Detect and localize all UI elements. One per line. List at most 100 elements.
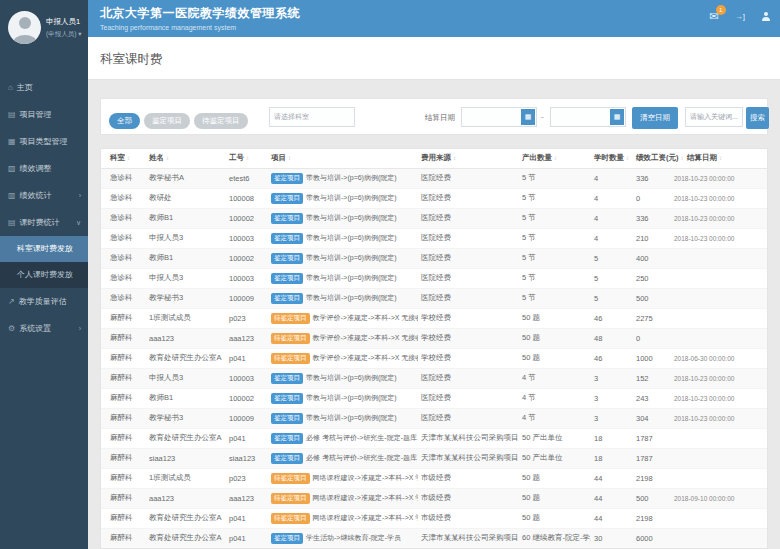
sidebar-item[interactable]: ▦项目类型管理: [0, 128, 88, 155]
dept-cell: 麻醉科: [101, 408, 146, 428]
column-header[interactable]: 绩效工资(元)↕: [633, 149, 673, 168]
source-cell: 天津市某某科技公司采购项目: [418, 528, 519, 548]
id-cell: 100003: [226, 368, 268, 388]
source-cell: 学校经费: [418, 348, 519, 368]
hours-cell: 3: [591, 368, 633, 388]
date-cell: [673, 428, 768, 448]
search-button[interactable]: 搜索: [746, 107, 769, 129]
project-cell: 待鉴定项目教学评价->准规定->本科->X 无接收人: [268, 308, 418, 328]
column-header[interactable]: 科室↕: [101, 149, 146, 168]
clear-date-button[interactable]: 清空日期: [632, 107, 678, 129]
column-header[interactable]: 姓名↕: [146, 149, 226, 168]
pay-cell: 0: [633, 328, 673, 348]
pay-cell: 500: [633, 488, 673, 508]
name-cell: 教学秘书3: [146, 288, 226, 308]
output-cell: 5 节: [519, 168, 591, 188]
gear-icon: ⚙: [8, 324, 15, 333]
filter-pill[interactable]: 待鉴定项目: [194, 113, 248, 129]
output-cell: 50 题: [519, 328, 591, 348]
sidebar-item[interactable]: ▤课时费统计∨: [0, 209, 88, 236]
date-cell: [673, 308, 768, 328]
output-cell: 50 题: [519, 508, 591, 528]
id-cell: 100002: [226, 248, 268, 268]
department-select[interactable]: 请选择科室: [269, 107, 355, 127]
source-cell: 医院经费: [418, 388, 519, 408]
name-cell: 教师B1: [146, 388, 226, 408]
messages-icon[interactable]: ✉1: [710, 11, 719, 22]
project-cell: 鉴定项目带教与培训->(p=6)病例(院定): [268, 368, 418, 388]
dept-cell: 麻醉科: [101, 368, 146, 388]
date-start-input[interactable]: ▦: [461, 107, 537, 127]
id-cell: siaa123: [226, 448, 268, 468]
dept-cell: 急诊科: [101, 268, 146, 288]
id-cell: 100002: [226, 208, 268, 228]
project-cell: 待鉴定项目网络课程建设->准规定->本科->X 学员: [268, 468, 418, 488]
logout-icon[interactable]: →]: [735, 12, 745, 21]
dept-cell: 急诊科: [101, 288, 146, 308]
pay-cell: 336: [633, 208, 673, 228]
project-cell: 待鉴定项目教学评价->准规定->本科->X 无接收人: [268, 348, 418, 368]
sidebar-item[interactable]: ▤项目管理: [0, 101, 88, 128]
user-icon[interactable]: [761, 12, 770, 21]
id-cell: 100002: [226, 388, 268, 408]
filter-panel: 全部鉴定项目待鉴定项目 请选择科室 结算日期 ▦ - ▦ 清空日期 请输入关键词…: [100, 98, 768, 135]
filter-pill[interactable]: 鉴定项目: [144, 113, 190, 129]
filter-pill[interactable]: 全部: [109, 113, 140, 129]
pay-cell: 152: [633, 368, 673, 388]
date-cell: 2018-10-23 00:00:00: [673, 168, 768, 188]
id-cell: aaa123: [226, 328, 268, 348]
pay-cell: 2198: [633, 508, 673, 528]
sort-icon: ↕: [246, 155, 249, 161]
project-icon: ▤: [8, 110, 16, 119]
column-header[interactable]: 结算日期↕: [673, 149, 768, 168]
project-badge: 鉴定项目: [271, 173, 303, 184]
name-cell: siaa123: [146, 448, 226, 468]
name-cell: 教研处: [146, 188, 226, 208]
column-header[interactable]: 费用来源↕: [418, 149, 519, 168]
hours-cell: 4: [591, 188, 633, 208]
id-cell: 100003: [226, 228, 268, 248]
sidebar-item[interactable]: ▧绩效调整: [0, 155, 88, 182]
date-end-input[interactable]: ▦: [550, 107, 626, 127]
pay-cell: 6000: [633, 528, 673, 548]
date-cell: 2018-10-23 00:00:00: [673, 208, 768, 228]
project-badge: 鉴定项目: [271, 433, 303, 444]
project-badge: 鉴定项目: [271, 193, 303, 204]
table-row: 麻醉科申报人员3100003鉴定项目带教与培训->(p=6)病例(院定)医院经费…: [101, 368, 768, 388]
output-cell: 4 节: [519, 368, 591, 388]
hours-cell: 48: [591, 328, 633, 348]
source-cell: 市级经费: [418, 468, 519, 488]
id-cell: 100009: [226, 288, 268, 308]
column-header[interactable]: 学时数量↕: [591, 149, 633, 168]
project-cell: 鉴定项目带教与培训->(p=6)病例(院定): [268, 228, 418, 248]
name-cell: 教学秘书A: [146, 168, 226, 188]
project-badge: 鉴定项目: [271, 213, 303, 224]
output-cell: 50 题: [519, 308, 591, 328]
project-badge: 鉴定项目: [271, 233, 303, 244]
hours-cell: 5: [591, 248, 633, 268]
project-cell: 待鉴定项目教学评价->准规定->本科->X 无接收人: [268, 328, 418, 348]
dept-cell: 急诊科: [101, 228, 146, 248]
source-cell: 学校经费: [418, 308, 519, 328]
sidebar-item[interactable]: ⌂主页: [0, 74, 88, 101]
column-header[interactable]: 产出数量↕: [519, 149, 591, 168]
dept-cell: 麻醉科: [101, 428, 146, 448]
pay-cell: 2275: [633, 308, 673, 328]
quality-icon: ↗: [8, 297, 15, 306]
user-role[interactable]: (申报人员) ▾: [46, 30, 81, 39]
sidebar-subitem[interactable]: 科室课时费发放: [0, 236, 88, 262]
calendar-icon[interactable]: ▦: [610, 109, 624, 125]
sidebar-nav: ⌂主页▤项目管理▦项目类型管理▧绩效调整▥绩效统计›▤课时费统计∨科室课时费发放…: [0, 74, 88, 342]
source-cell: 市级经费: [418, 508, 519, 528]
output-cell: 5 节: [519, 228, 591, 248]
keyword-input[interactable]: 请输入关键词...: [685, 107, 743, 127]
column-header[interactable]: 工号↕: [226, 149, 268, 168]
sidebar-subitem[interactable]: 个人课时费发放: [0, 262, 88, 288]
sidebar-item[interactable]: ⚙系统设置›: [0, 315, 88, 342]
column-header[interactable]: 项目↕: [268, 149, 418, 168]
hours-cell: 5: [591, 288, 633, 308]
sidebar-item[interactable]: ↗教学质量评估: [0, 288, 88, 315]
calendar-icon[interactable]: ▦: [521, 109, 535, 125]
sidebar-item[interactable]: ▥绩效统计›: [0, 182, 88, 209]
source-cell: 市级经费: [418, 488, 519, 508]
